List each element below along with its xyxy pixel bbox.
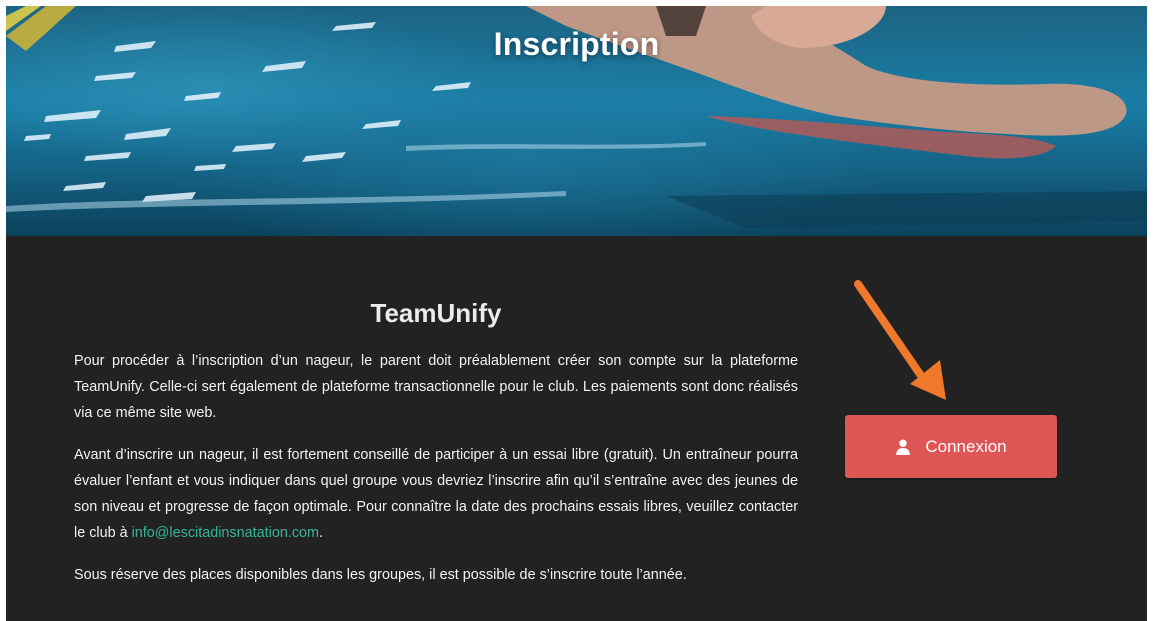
text-column: Pour procéder à l’inscription d’un nageu… (74, 348, 798, 604)
hero-banner: Inscription (6, 6, 1147, 236)
paragraph-trial-end: . (319, 525, 324, 541)
paragraph-account: Pour procéder à l’inscription d’un nageu… (74, 353, 798, 421)
arrow-annotation-icon (854, 280, 946, 400)
section-title: TeamUnify (370, 298, 502, 328)
paragraph-availability: Sous réserve des places disponibles dans… (74, 567, 687, 583)
connexion-button[interactable]: Connexion (845, 415, 1057, 478)
connexion-button-label: Connexion (925, 436, 1007, 456)
page-title: Inscription (493, 26, 660, 62)
page-frame: Inscription TeamUnify Pour procéder à l’… (6, 6, 1147, 621)
paragraph-trial: Avant d’inscrire un nageur, il est forte… (74, 442, 798, 546)
user-icon (896, 439, 911, 455)
main-content: TeamUnify Pour procéder à l’inscription … (6, 236, 1147, 621)
email-link[interactable]: info@lescitadinsnatation.com (132, 525, 319, 541)
